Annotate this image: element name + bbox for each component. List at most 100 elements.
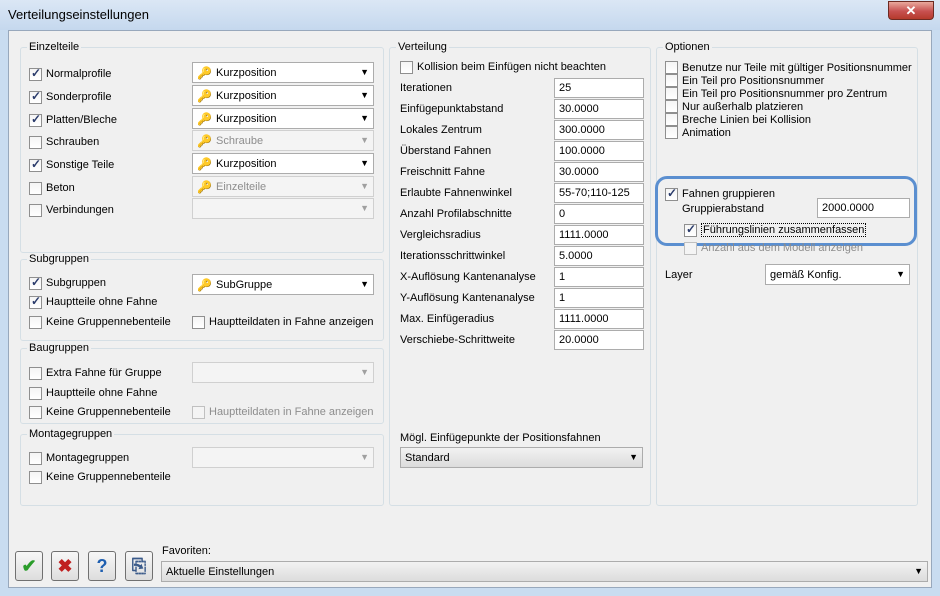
checkbox-box[interactable] (665, 74, 678, 87)
checkbox-box[interactable] (29, 366, 42, 380)
field-input[interactable]: 20.0000 (554, 330, 644, 350)
field-label: Erlaubte Fahnenwinkel (400, 187, 512, 199)
einfuegepunkte-combo[interactable]: Standard ▼ (400, 447, 643, 468)
checkbox-label: Extra Fahne für Gruppe (46, 367, 162, 379)
position-combo: ▼ (192, 198, 374, 219)
checkbox-label: Platten/Bleche (46, 114, 117, 126)
checkbox-keine-gruppennebenteile[interactable]: Keine Gruppennebenteile (29, 313, 171, 331)
field-label: Max. Einfügeradius (400, 313, 495, 325)
checkbox-option[interactable]: Breche Linien bei Kollision (665, 113, 811, 126)
field-input[interactable]: 1111.0000 (554, 225, 644, 245)
field-input[interactable]: 1 (554, 288, 644, 308)
checkbox-box[interactable] (29, 275, 42, 290)
checkbox-box[interactable] (29, 135, 42, 149)
ok-button[interactable]: ✔ (15, 551, 43, 581)
gruppierabstand-input[interactable]: 2000.0000 (817, 198, 910, 218)
position-combo[interactable]: 🔑 Kurzposition ▼ (192, 108, 374, 129)
checkbox-box[interactable] (29, 203, 42, 217)
field-input[interactable]: 30.0000 (554, 99, 644, 119)
help-button[interactable]: ? (88, 551, 116, 581)
checkbox-montagegruppen[interactable]: Montagegruppen (29, 449, 129, 467)
close-icon[interactable]: ✕ (888, 1, 934, 20)
field-input[interactable]: 100.0000 (554, 141, 644, 161)
combo-value: Aktuelle Einstellungen (166, 565, 275, 578)
checkbox-box[interactable] (29, 405, 42, 419)
chevron-down-icon[interactable]: ▼ (360, 113, 369, 123)
checkbox-box[interactable] (400, 60, 413, 74)
position-combo[interactable]: 🔑 Kurzposition ▼ (192, 153, 374, 174)
checkbox-fahnen-gruppieren[interactable]: Fahnen gruppieren (665, 185, 775, 203)
checkbox-box[interactable] (665, 126, 678, 139)
position-combo[interactable]: 🔑 Kurzposition ▼ (192, 85, 374, 106)
checkbox-box[interactable] (665, 113, 678, 126)
checkbox-box[interactable] (29, 386, 42, 400)
checkbox-label: Sonstige Teile (46, 159, 115, 171)
field-input[interactable]: 5.0000 (554, 246, 644, 266)
checkbox-box[interactable] (665, 61, 678, 74)
chevron-down-icon[interactable]: ▼ (896, 269, 905, 279)
checkbox-hauptteile-ohne-fahne[interactable]: Hauptteile ohne Fahne (29, 293, 157, 311)
position-combo: 🔑 Schraube ▼ (192, 130, 374, 151)
window-title: Verteilungseinstellungen (8, 7, 149, 22)
checkbox-einzelteil[interactable]: Beton (29, 179, 75, 197)
checkbox-einzelteil[interactable]: Platten/Bleche (29, 111, 117, 129)
chevron-down-icon[interactable]: ▼ (360, 158, 369, 168)
checkbox-option[interactable]: Ein Teil pro Positionsnummer (665, 74, 824, 87)
checkbox-box[interactable] (665, 186, 678, 201)
layer-combo[interactable]: gemäß Konfig. ▼ (765, 264, 910, 285)
checkbox-box[interactable] (29, 66, 42, 81)
checkbox-box[interactable] (29, 451, 42, 465)
checkbox-box[interactable] (684, 222, 697, 237)
chevron-down-icon[interactable]: ▼ (629, 452, 638, 462)
checkbox-extra-fahne[interactable]: Extra Fahne für Gruppe (29, 364, 162, 382)
checkbox-subgruppen[interactable]: Subgruppen (29, 274, 106, 292)
chevron-down-icon[interactable]: ▼ (360, 90, 369, 100)
field-label: Iterationen (400, 82, 452, 94)
field-label: Freischnitt Fahne (400, 166, 485, 178)
checkbox-einzelteil[interactable]: Verbindungen (29, 201, 114, 219)
checkbox-option[interactable]: Nur außerhalb platzieren (665, 100, 803, 113)
field-input[interactable]: 1111.0000 (554, 309, 644, 329)
checkbox-box[interactable] (29, 157, 42, 172)
field-input[interactable]: 1 (554, 267, 644, 287)
checkbox-option[interactable]: Animation (665, 126, 731, 139)
copy-button[interactable]: ⎘ (125, 551, 153, 581)
subgruppe-combo[interactable]: 🔑 SubGruppe ▼ (192, 274, 374, 295)
checkbox-fuehrungslinien[interactable]: Führungslinien zusammenfassen (684, 221, 867, 239)
field-label: Verschiebe-Schrittweite (400, 334, 515, 346)
checkbox-option[interactable]: Ein Teil pro Positionsnummer pro Zentrum (665, 87, 887, 100)
checkbox-bg-keine-gruppennebenteile[interactable]: Keine Gruppennebenteile (29, 403, 171, 421)
checkbox-box[interactable] (665, 87, 678, 100)
checkbox-einzelteil[interactable]: Schrauben (29, 133, 99, 151)
key-icon: 🔑 (197, 156, 212, 171)
favoriten-combo[interactable]: Aktuelle Einstellungen ▼ (161, 561, 928, 582)
field-input[interactable]: 25 (554, 78, 644, 98)
field-input[interactable]: 300.0000 (554, 120, 644, 140)
position-combo[interactable]: 🔑 Kurzposition ▼ (192, 62, 374, 83)
checkbox-box[interactable] (192, 315, 205, 329)
combo-value: SubGruppe (216, 278, 273, 291)
field-input[interactable]: 0 (554, 204, 644, 224)
checkbox-einzelteil[interactable]: Sonstige Teile (29, 156, 114, 174)
cancel-button[interactable]: ✖ (51, 551, 79, 581)
checkbox-einzelteil[interactable]: Sonderprofile (29, 88, 111, 106)
checkbox-box[interactable] (29, 470, 42, 484)
checkbox-box[interactable] (29, 181, 42, 195)
checkbox-bg-hauptteile-ohne-fahne[interactable]: Hauptteile ohne Fahne (29, 384, 157, 402)
checkbox-hauptteildaten[interactable]: Hauptteildaten in Fahne anzeigen (192, 313, 374, 331)
checkbox-box[interactable] (29, 294, 42, 309)
checkbox-box[interactable] (29, 315, 42, 329)
checkbox-option[interactable]: Benutze nur Teile mit gültiger Positions… (665, 61, 912, 74)
chevron-down-icon[interactable]: ▼ (360, 67, 369, 77)
field-input[interactable]: 55-70;110-125 (554, 183, 644, 203)
chevron-down-icon[interactable]: ▼ (914, 566, 923, 576)
checkbox-box[interactable] (29, 112, 42, 127)
checkbox-box[interactable] (665, 100, 678, 113)
chevron-down-icon[interactable]: ▼ (360, 279, 369, 289)
combo-value: Standard (405, 451, 450, 464)
checkbox-kollision[interactable]: Kollision beim Einfügen nicht beachten (400, 58, 606, 76)
checkbox-einzelteil[interactable]: Normalprofile (29, 65, 111, 83)
checkbox-mg-keine-gruppennebenteile[interactable]: Keine Gruppennebenteile (29, 468, 171, 486)
checkbox-box[interactable] (29, 89, 42, 104)
field-input[interactable]: 30.0000 (554, 162, 644, 182)
